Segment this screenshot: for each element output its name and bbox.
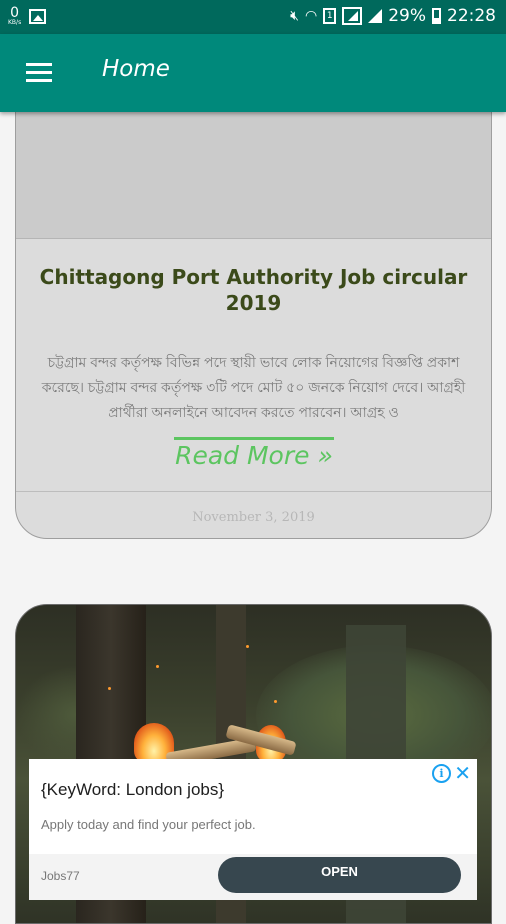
spark <box>156 665 159 668</box>
ad-title[interactable]: {KeyWord: London jobs} <box>41 780 224 800</box>
ad-advertiser: Jobs77 <box>41 869 80 883</box>
spark <box>274 700 277 703</box>
close-icon[interactable]: ✕ <box>454 761 471 785</box>
wifi-icon: ◠ <box>304 8 318 24</box>
spark <box>246 645 249 648</box>
post-excerpt: চট্টগ্রাম বন্দর কর্তৃপক্ষ বিভিন্ন পদে স্… <box>41 354 466 420</box>
battery-percent: 29% <box>388 6 426 26</box>
network-speed-unit: KB/s <box>8 19 22 26</box>
signal-box-icon <box>342 7 363 25</box>
post-date: November 3, 2019 <box>192 510 315 525</box>
clock: 22:28 <box>447 6 496 26</box>
menu-icon[interactable] <box>26 63 52 83</box>
open-button[interactable]: OPEN <box>218 857 461 893</box>
ad-banner[interactable]: i ✕ {KeyWord: London jobs} Apply today a… <box>29 759 477 900</box>
post-card[interactable]: Chittagong Port Authority Job circular 2… <box>15 85 492 539</box>
ad-body: Apply today and find your perfect job. <box>41 817 256 832</box>
read-more-link[interactable]: Read More » <box>174 437 334 470</box>
page-title: Home <box>102 56 170 82</box>
app-bar: Home <box>0 34 506 112</box>
network-speed: 0 KB/s <box>8 6 21 26</box>
sim-slot-icon: 1 <box>323 8 337 24</box>
signal-strength-icon <box>368 9 383 23</box>
battery-icon <box>432 8 441 24</box>
spark <box>108 687 111 690</box>
ad-footer: Jobs77 OPEN <box>29 854 477 900</box>
status-bar: 0 KB/s 🔇︎ ◠ 1 29% 22:28 <box>0 0 506 34</box>
card-divider <box>16 491 491 492</box>
post-title[interactable]: Chittagong Port Authority Job circular 2… <box>36 264 471 316</box>
network-speed-value: 0 <box>10 5 20 21</box>
mute-icon: 🔇︎ <box>290 8 299 24</box>
ad-info-icon[interactable]: i <box>432 764 451 783</box>
gallery-notification-icon <box>29 8 47 24</box>
